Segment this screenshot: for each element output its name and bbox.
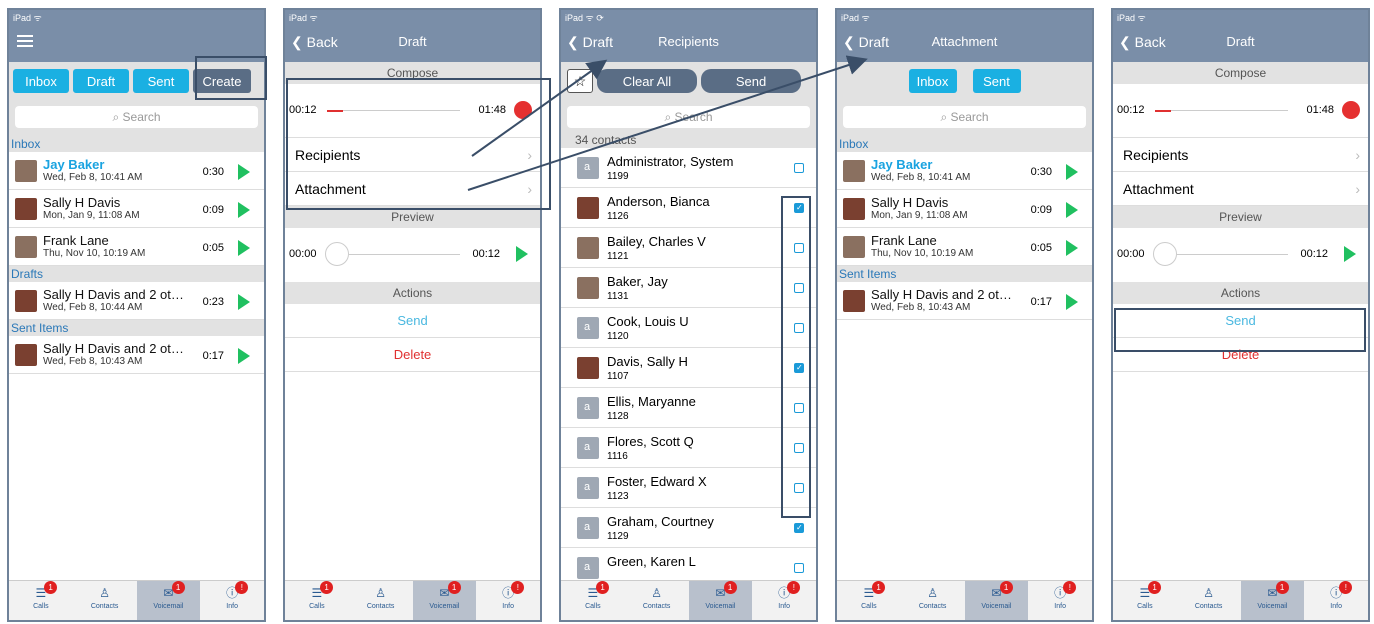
arrow-to-recipients [471, 59, 608, 157]
annotation-arrows [467, 55, 868, 191]
arrow-to-attachment [467, 55, 868, 191]
